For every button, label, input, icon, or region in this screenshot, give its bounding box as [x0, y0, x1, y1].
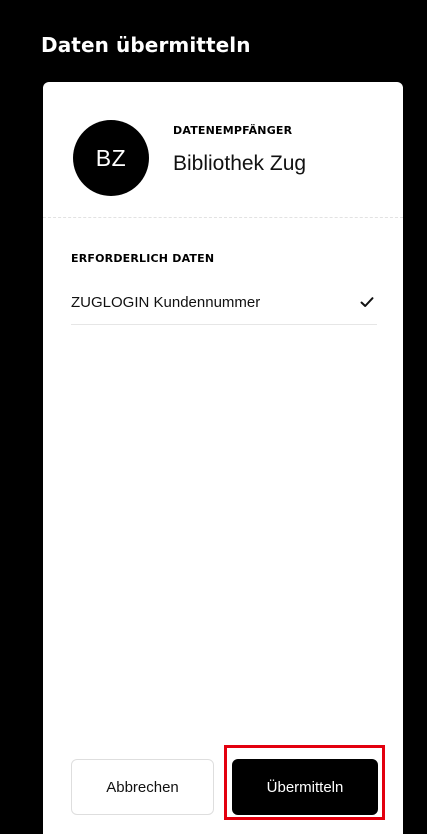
avatar: BZ — [73, 120, 149, 196]
consent-card: BZ DATENEMPFÄNGER Bibliothek Zug ERFORDE… — [43, 82, 403, 834]
required-data-item-label: ZUGLOGIN Kundennummer — [71, 294, 261, 311]
recipient-name: Bibliothek Zug — [173, 152, 307, 175]
section-divider — [43, 217, 403, 218]
submit-button[interactable]: Übermitteln — [232, 759, 378, 815]
consent-screen: Daten übermitteln BZ DATENEMPFÄNGER Bibl… — [0, 0, 427, 834]
recipient-section: BZ DATENEMPFÄNGER Bibliothek Zug — [43, 82, 403, 218]
required-data-label: ERFORDERLICH DATEN — [71, 252, 215, 265]
cancel-button[interactable]: Abbrechen — [71, 759, 214, 815]
check-icon — [360, 297, 374, 307]
page-title: Daten übermitteln — [41, 33, 251, 57]
required-data-item: ZUGLOGIN Kundennummer — [71, 286, 377, 325]
recipient-label: DATENEMPFÄNGER — [173, 124, 293, 137]
